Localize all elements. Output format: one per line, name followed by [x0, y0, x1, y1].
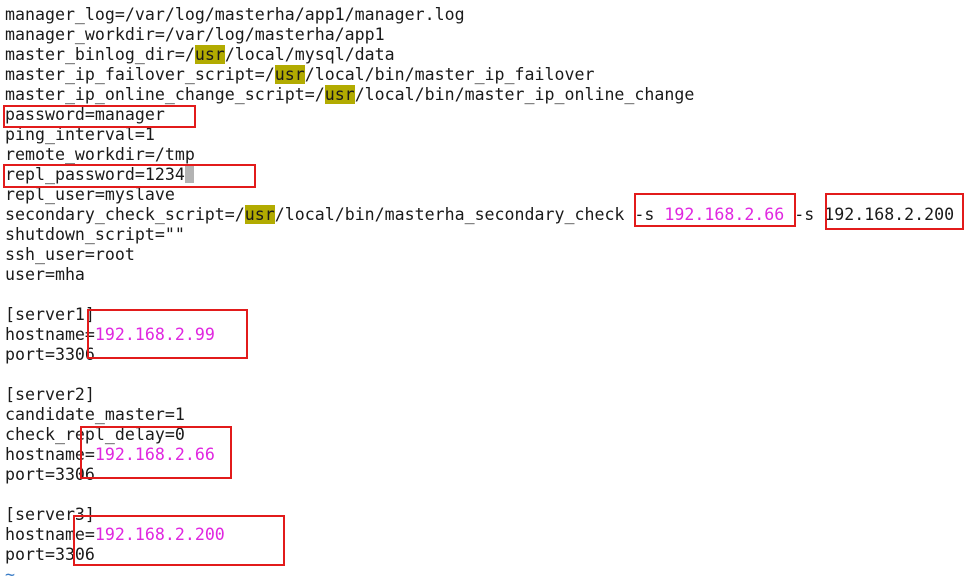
line-text: [server2] [5, 385, 95, 404]
config-line[interactable]: [server1] [5, 305, 954, 325]
config-line[interactable]: hostname=192.168.2.66 [5, 445, 954, 465]
config-line[interactable] [5, 485, 954, 505]
config-line[interactable]: port=3306 [5, 545, 954, 565]
config-line[interactable]: shutdown_script="" [5, 225, 954, 245]
config-line[interactable]: check_repl_delay=0 [5, 425, 954, 445]
line-text: -s [784, 205, 825, 224]
line-text: [server3] [5, 505, 95, 524]
line-text: port=3306 [5, 345, 95, 364]
line-text: /local/bin/master_ip_online_change [354, 85, 695, 104]
config-line[interactable]: repl_user=myslave [5, 185, 954, 205]
config-line[interactable]: master_binlog_dir=/usr/local/mysql/data [5, 45, 954, 65]
line-text: check_repl_delay=0 [5, 425, 185, 444]
line-text: manager_workdir=/var/log/masterha/app1 [5, 25, 385, 44]
line-text: master_binlog_dir=/ [5, 45, 195, 64]
line-text: hostname= [5, 525, 95, 544]
line-text: secondary_check_script=/ [5, 205, 245, 224]
ip-address: 192.168.2.66 [94, 445, 215, 464]
config-line[interactable]: manager_log=/var/log/masterha/app1/manag… [5, 5, 954, 25]
ip-address: 192.168.2.66 [664, 205, 785, 224]
line-text: remote_workdir=/tmp [5, 145, 195, 164]
config-line[interactable]: port=3306 [5, 465, 954, 485]
config-line[interactable]: secondary_check_script=/usr/local/bin/ma… [5, 205, 954, 225]
line-text: user=mha [5, 265, 85, 284]
config-line[interactable]: master_ip_failover_script=/usr/local/bin… [5, 65, 954, 85]
ip-address: 192.168.2.99 [94, 325, 215, 344]
config-line[interactable]: manager_workdir=/var/log/masterha/app1 [5, 25, 954, 45]
line-text: password=manager [5, 105, 165, 124]
config-line[interactable]: hostname=192.168.2.99 [5, 325, 954, 345]
search-match-highlight: usr [194, 45, 225, 64]
config-line[interactable]: repl_password=1234 [5, 165, 954, 185]
config-line[interactable]: ~ [5, 565, 954, 585]
empty-line-tilde: ~ [5, 565, 15, 584]
line-text: /local/bin/master_ip_failover [304, 65, 595, 84]
config-line[interactable]: [server3] [5, 505, 954, 525]
line-text: /local/bin/masterha_secondary_check -s [274, 205, 665, 224]
config-line[interactable] [5, 365, 954, 385]
config-line[interactable]: candidate_master=1 [5, 405, 954, 425]
line-text: repl_password=1234 [5, 165, 185, 184]
search-match-highlight: usr [274, 65, 305, 84]
config-line[interactable] [5, 285, 954, 305]
line-text: master_ip_failover_script=/ [5, 65, 275, 84]
line-text: hostname= [5, 325, 95, 344]
line-text: shutdown_script="" [5, 225, 185, 244]
line-text: [server1] [5, 305, 95, 324]
config-line[interactable]: password=manager [5, 105, 954, 125]
config-line[interactable]: master_ip_online_change_script=/usr/loca… [5, 85, 954, 105]
config-line[interactable]: ping_interval=1 [5, 125, 954, 145]
search-match-highlight: usr [324, 85, 355, 104]
config-line[interactable]: remote_workdir=/tmp [5, 145, 954, 165]
config-line[interactable]: user=mha [5, 265, 954, 285]
terminal-editor-window[interactable]: manager_log=/var/log/masterha/app1/manag… [0, 0, 964, 585]
ip-address: 192.168.2.200 [94, 525, 225, 544]
line-text: ssh_user=root [5, 245, 135, 264]
line-text: hostname= [5, 445, 95, 464]
line-text: port=3306 [5, 545, 95, 564]
line-text: repl_user=myslave [5, 185, 175, 204]
line-text: candidate_master=1 [5, 405, 185, 424]
config-line[interactable]: ssh_user=root [5, 245, 954, 265]
text-cursor [184, 165, 194, 183]
line-text: ping_interval=1 [5, 125, 155, 144]
ip-address: 192.168.2.200 [824, 205, 955, 224]
line-text: manager_log=/var/log/masterha/app1/manag… [5, 5, 465, 24]
line-text: port=3306 [5, 465, 95, 484]
config-line[interactable]: port=3306 [5, 345, 954, 365]
line-text: /local/mysql/data [224, 45, 395, 64]
text-buffer[interactable]: manager_log=/var/log/masterha/app1/manag… [5, 5, 954, 585]
search-match-highlight: usr [244, 205, 275, 224]
line-text: master_ip_online_change_script=/ [5, 85, 325, 104]
config-line[interactable]: hostname=192.168.2.200 [5, 525, 954, 545]
config-line[interactable]: [server2] [5, 385, 954, 405]
